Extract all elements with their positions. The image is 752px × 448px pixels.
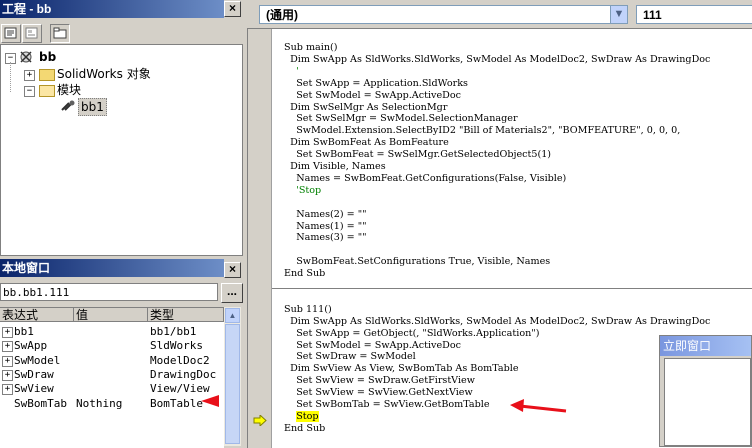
code-line[interactable]: Stop [284, 410, 319, 423]
code-line[interactable]: Set SwView = SwView.GetNextView [284, 387, 472, 399]
expand-icon[interactable]: + [2, 384, 13, 396]
locals-cell-expr: bb1 [14, 325, 34, 338]
code-line[interactable]: 'Stop [284, 185, 321, 197]
expand-icon[interactable]: + [2, 341, 13, 353]
locals-row[interactable]: + SwModel ModelDoc2 [0, 354, 224, 368]
open-folder-icon [39, 85, 55, 97]
code-line[interactable]: Set SwModel = SwApp.ActiveDoc [284, 340, 461, 352]
code-line[interactable]: Set SwApp = Application.SldWorks [284, 78, 468, 90]
code-line[interactable]: End Sub [284, 268, 325, 280]
tree-root-label[interactable]: bb [39, 49, 56, 65]
view-code-button[interactable] [1, 24, 21, 43]
execution-point-arrow-icon [253, 415, 267, 426]
locals-row[interactable]: + SwDraw DrawingDoc [0, 368, 224, 382]
code-margin[interactable] [248, 29, 272, 448]
scroll-up-arrow-icon[interactable]: ▲ [225, 308, 240, 323]
locals-cell-type: ModelDoc2 [150, 353, 210, 367]
collapse-modules-icon[interactable]: − [24, 86, 35, 97]
locals-cell-expr: SwBomTab [14, 396, 67, 410]
locals-window-title: 本地窗口 [0, 259, 224, 277]
locals-cell-expr: SwView [14, 382, 54, 396]
code-line[interactable]: Names(2) = "" [284, 209, 366, 221]
immediate-window-title: 立即窗口 [660, 336, 751, 356]
locals-cell-type: SldWorks [150, 339, 203, 353]
code-line[interactable]: Dim SwView As View, SwBomTab As BomTable [284, 363, 518, 375]
code-line[interactable]: Dim SwBomFeat As BomFeature [284, 137, 449, 149]
code-line[interactable]: SwBomFeat.SetConfigurations True, Visibl… [284, 256, 550, 268]
procedure-combo[interactable]: 111 [636, 5, 752, 24]
code-line[interactable]: Set SwBomFeat = SwSelMgr.GetSelectedObje… [284, 149, 551, 161]
code-line[interactable]: Dim SwApp As SldWorks.SldWorks, SwModel … [284, 316, 710, 328]
toggle-folders-button[interactable] [50, 24, 70, 43]
code-line[interactable]: Sub main() [284, 42, 338, 54]
tree-item-modules[interactable]: 模块 [57, 82, 81, 98]
folder-icon [39, 69, 55, 81]
code-line[interactable]: Set SwApp = GetObject(, "SldWorks.Applic… [284, 328, 539, 340]
code-line[interactable]: SwModel.Extension.SelectByID2 "Bill of M… [284, 125, 680, 137]
tree-line [10, 62, 12, 92]
view-object-icon [25, 27, 38, 39]
code-line[interactable]: ' [284, 66, 299, 78]
locals-row[interactable]: + bb1 bb1/bb1 [0, 325, 224, 339]
locals-row[interactable]: + SwView View/View [0, 382, 224, 396]
red-arrow-annotation [510, 399, 567, 413]
expand-icon[interactable]: + [2, 369, 13, 381]
procedure-separator [272, 288, 752, 289]
tree-item-bb1[interactable]: bb1 [78, 98, 107, 116]
expand-icon[interactable]: + [2, 327, 13, 338]
expand-icon[interactable]: + [2, 355, 13, 367]
code-line[interactable]: Sub 111() [284, 304, 332, 316]
locals-scrollbar[interactable]: ▲ [224, 307, 241, 446]
project-explorer-title: 工程 - bb [0, 0, 224, 18]
call-stack-button[interactable]: ... [221, 283, 243, 303]
locals-cell-value: Nothing [76, 396, 123, 410]
red-arrow-annotation [201, 395, 219, 407]
code-line[interactable]: Set SwBomTab = SwView.GetBomTable [284, 399, 489, 411]
scroll-thumb[interactable] [225, 324, 240, 444]
code-line[interactable]: Names(3) = "" [284, 232, 366, 244]
current-statement-highlight: Stop [296, 410, 319, 422]
code-line[interactable]: Dim Visible, Names [284, 161, 386, 173]
locals-close-button[interactable]: × [224, 262, 241, 278]
project-explorer: 工程 - bb × − bb + SolidWorks 对象 − 模块 bb1 [0, 0, 243, 256]
code-line[interactable]: Names(1) = "" [284, 221, 366, 233]
locals-cell-expr: SwModel [14, 353, 61, 367]
locals-cell-expr: SwDraw [14, 367, 54, 381]
code-line[interactable]: Set SwModel = SwApp.ActiveDoc [284, 90, 461, 102]
locals-window: 本地窗口 × bb.bb1.111 ... 表达式 值 类型 + bb1 bb1/b… [0, 259, 243, 448]
immediate-window: 立即窗口 [659, 335, 752, 447]
object-combo[interactable]: (通用) [259, 5, 617, 24]
locals-cell-type: DrawingDoc [150, 367, 217, 381]
column-header-type[interactable]: 类型 [148, 308, 224, 322]
project-close-button[interactable]: × [224, 1, 241, 17]
tree-item-solidworks-objects[interactable]: SolidWorks 对象 [57, 66, 151, 82]
locals-cell-type: BomTable [150, 396, 203, 410]
code-line[interactable]: Set SwDraw = SwModel [284, 351, 416, 363]
view-code-icon [4, 27, 17, 39]
locals-cell-type: bb1/bb1 [150, 325, 197, 338]
expand-objects-icon[interactable]: + [24, 70, 35, 81]
code-line[interactable]: Set SwView = SwDraw.GetFirstView [284, 375, 475, 387]
object-combo-arrow-icon[interactable]: ▼ [610, 5, 628, 24]
project-tree: − bb + SolidWorks 对象 − 模块 bb1 [0, 44, 243, 256]
locals-row[interactable]: SwBomTab Nothing BomTable [0, 397, 224, 411]
code-window-toolbar: (通用) ▼ 111 [247, 0, 752, 28]
column-header-expression[interactable]: 表达式 [0, 308, 74, 322]
module-icon [61, 100, 75, 111]
locals-call-stack-path: bb.bb1.111 [0, 283, 218, 301]
locals-row[interactable]: + SwApp SldWorks [0, 339, 224, 353]
locals-cell-expr: SwApp [14, 339, 48, 353]
code-line[interactable]: End Sub [284, 423, 325, 435]
locals-grid: 表达式 值 类型 + bb1 bb1/bb1 + SwApp SldWorks + SwMod… [0, 307, 224, 448]
code-line[interactable]: Names = SwBomFeat.GetConfigurations(Fals… [284, 173, 566, 185]
code-line[interactable]: Set SwSelMgr = SwModel.SelectionManager [284, 113, 517, 125]
vba-project-icon [20, 51, 32, 63]
code-line[interactable]: Dim SwApp As SldWorks.SldWorks, SwModel … [284, 54, 710, 66]
code-line[interactable]: Dim SwSelMgr As SelectionMgr [284, 102, 447, 114]
immediate-window-input[interactable] [664, 358, 751, 446]
column-header-value[interactable]: 值 [74, 308, 148, 322]
view-object-button[interactable] [22, 24, 42, 43]
folder-icon [53, 27, 67, 39]
